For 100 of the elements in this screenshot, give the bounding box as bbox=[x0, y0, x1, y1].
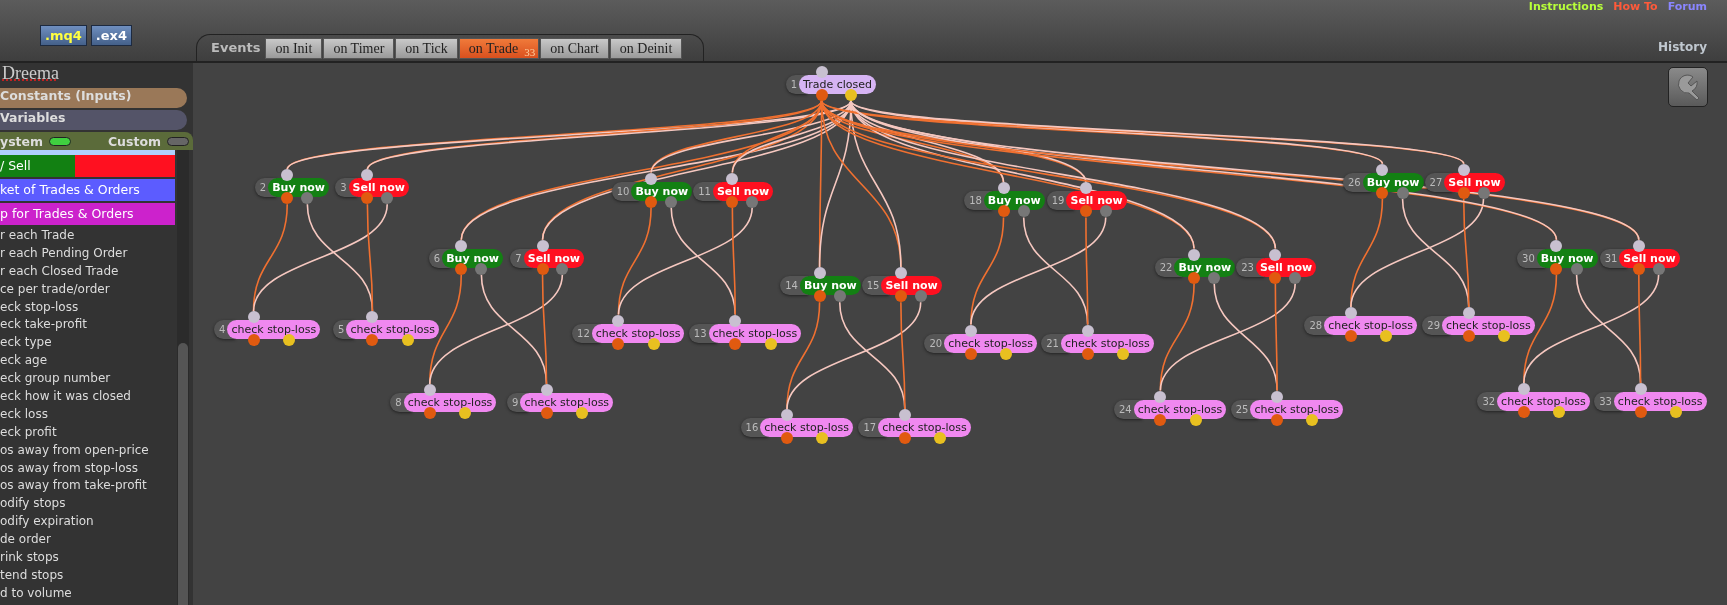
event-tab[interactable]: on Timer bbox=[323, 38, 395, 59]
input-dot[interactable] bbox=[540, 384, 553, 396]
input-dot[interactable] bbox=[1188, 248, 1201, 261]
sidebar-item[interactable]: r each Closed Trade bbox=[0, 262, 175, 281]
block-node[interactable]: check stop-loss bbox=[1060, 333, 1154, 353]
sidebar-category[interactable]: / Sell bbox=[0, 155, 175, 177]
block-node[interactable]: check stop-loss bbox=[346, 320, 440, 340]
scrollbar-thumb[interactable] bbox=[178, 343, 188, 605]
app-title: Dreema bbox=[1, 63, 60, 85]
input-dot[interactable] bbox=[1344, 306, 1357, 319]
output-dot[interactable] bbox=[816, 432, 829, 445]
sidebar-item[interactable]: eck take-profit bbox=[0, 316, 175, 335]
input-dot[interactable] bbox=[1079, 182, 1092, 195]
input-dot[interactable] bbox=[612, 314, 625, 327]
block-node[interactable]: check stop-loss bbox=[591, 323, 685, 343]
block-node[interactable]: check stop-loss bbox=[760, 418, 853, 438]
block-node[interactable]: check stop-loss bbox=[1324, 315, 1417, 335]
input-dot[interactable] bbox=[1550, 239, 1563, 252]
event-tab[interactable]: on Deinit bbox=[609, 38, 683, 59]
sidebar-item[interactable]: d to volume bbox=[0, 584, 175, 603]
event-tab[interactable]: on Chart bbox=[540, 38, 609, 59]
event-tab[interactable]: on Tick bbox=[395, 38, 458, 59]
sidebar-item[interactable]: os away from stop-loss bbox=[0, 459, 175, 478]
sidebar-item[interactable]: r each Trade bbox=[0, 227, 175, 245]
input-dot[interactable] bbox=[813, 267, 826, 280]
block-node[interactable]: Trade closed bbox=[799, 74, 876, 94]
input-dot[interactable] bbox=[455, 239, 468, 252]
sidebar-item[interactable]: de order bbox=[0, 531, 175, 550]
input-dot[interactable] bbox=[894, 267, 907, 280]
input-dot[interactable] bbox=[726, 172, 739, 185]
input-dot[interactable] bbox=[1517, 382, 1530, 395]
input-dot[interactable] bbox=[1269, 248, 1282, 261]
input-dot[interactable] bbox=[1457, 163, 1470, 176]
input-dot[interactable] bbox=[1271, 390, 1284, 403]
toggle-switch[interactable] bbox=[167, 136, 189, 146]
file-button[interactable]: .mq4 bbox=[40, 25, 87, 46]
input-dot[interactable] bbox=[247, 311, 260, 324]
input-dot[interactable] bbox=[423, 384, 436, 396]
block-node[interactable]: check stop-loss bbox=[708, 323, 802, 343]
sidebar-category[interactable]: ket of Trades & Orders bbox=[0, 179, 175, 201]
sidebar-item[interactable]: os away from open-price bbox=[0, 441, 175, 460]
input-dot[interactable] bbox=[1634, 382, 1647, 395]
block-node[interactable]: check stop-loss bbox=[1497, 391, 1590, 411]
block-node[interactable]: Sell now bbox=[1444, 172, 1505, 192]
output-dot[interactable] bbox=[459, 407, 472, 419]
event-tab[interactable]: on Trade 33 bbox=[458, 38, 540, 59]
sidebar-item[interactable]: eck type bbox=[0, 334, 175, 353]
input-dot[interactable] bbox=[1376, 163, 1389, 176]
event-tab[interactable]: on Init bbox=[265, 38, 323, 59]
input-dot[interactable] bbox=[366, 311, 379, 324]
input-dot[interactable] bbox=[964, 324, 977, 337]
block-node[interactable]: check stop-loss bbox=[1133, 399, 1227, 419]
header-link[interactable]: Instructions bbox=[1528, 0, 1604, 13]
toggle-switch[interactable] bbox=[49, 136, 72, 146]
sidebar-item[interactable]: rink stops bbox=[0, 549, 175, 567]
block-node[interactable]: check stop-loss bbox=[1442, 315, 1535, 335]
sidebar-item[interactable]: odify stops bbox=[0, 495, 175, 514]
input-dot[interactable] bbox=[1462, 306, 1475, 319]
block-node[interactable]: check stop-loss bbox=[1613, 391, 1707, 411]
input-dot[interactable] bbox=[781, 409, 793, 422]
input-dot[interactable] bbox=[997, 182, 1010, 195]
sidebar-item[interactable]: eck age bbox=[0, 352, 175, 371]
output-dot[interactable] bbox=[281, 192, 294, 205]
input-dot[interactable] bbox=[815, 65, 828, 78]
block-node[interactable]: check stop-loss bbox=[520, 393, 614, 412]
input-dot[interactable] bbox=[1154, 390, 1167, 403]
input-dot[interactable] bbox=[361, 169, 374, 182]
sidebar-item[interactable]: eck how it was closed bbox=[0, 388, 175, 406]
sidebar-item[interactable]: eck profit bbox=[0, 423, 175, 442]
output-dot[interactable] bbox=[934, 432, 947, 445]
sidebar-item[interactable]: eck loss bbox=[0, 405, 175, 424]
sidebar-item[interactable]: odify expiration bbox=[0, 513, 175, 532]
block-node[interactable]: check stop-loss bbox=[227, 320, 321, 340]
block-node[interactable]: Buy now bbox=[1174, 257, 1236, 277]
block-node[interactable]: check stop-loss bbox=[1250, 399, 1344, 419]
input-dot[interactable] bbox=[898, 409, 911, 422]
filter-label: Custom bbox=[107, 133, 161, 149]
block-node[interactable]: check stop-loss bbox=[944, 333, 1037, 353]
sidebar-item[interactable]: tend stops bbox=[0, 566, 175, 585]
filter-label: ystem bbox=[0, 133, 44, 149]
input-dot[interactable] bbox=[281, 169, 294, 182]
sidebar-item[interactable]: os away from take-profit bbox=[0, 477, 175, 496]
input-dot[interactable] bbox=[729, 314, 742, 327]
wrench-button[interactable] bbox=[1668, 67, 1708, 107]
file-button[interactable]: .ex4 bbox=[90, 25, 133, 46]
sidebar-category[interactable]: p for Trades & Orders bbox=[0, 203, 175, 225]
input-dot[interactable] bbox=[1632, 239, 1645, 252]
block-node[interactable]: check stop-loss bbox=[403, 393, 497, 412]
input-dot[interactable] bbox=[1081, 324, 1094, 337]
sidebar-item[interactable]: eck group number bbox=[0, 370, 175, 388]
block-node[interactable]: Buy now bbox=[442, 248, 503, 268]
sidebar-item[interactable]: eck stop-loss bbox=[0, 298, 175, 317]
sidebar-item[interactable]: r each Pending Order bbox=[0, 244, 175, 263]
input-dot[interactable] bbox=[536, 239, 549, 252]
sidebar-item[interactable]: ce per trade/order bbox=[0, 280, 175, 299]
sidebar-section[interactable]: Variables bbox=[0, 110, 187, 130]
history-link[interactable]: History bbox=[1657, 40, 1707, 54]
block-node[interactable]: check stop-loss bbox=[878, 418, 971, 438]
count-label: 33 bbox=[524, 45, 536, 60]
block-node[interactable]: Sell now bbox=[1619, 248, 1680, 268]
